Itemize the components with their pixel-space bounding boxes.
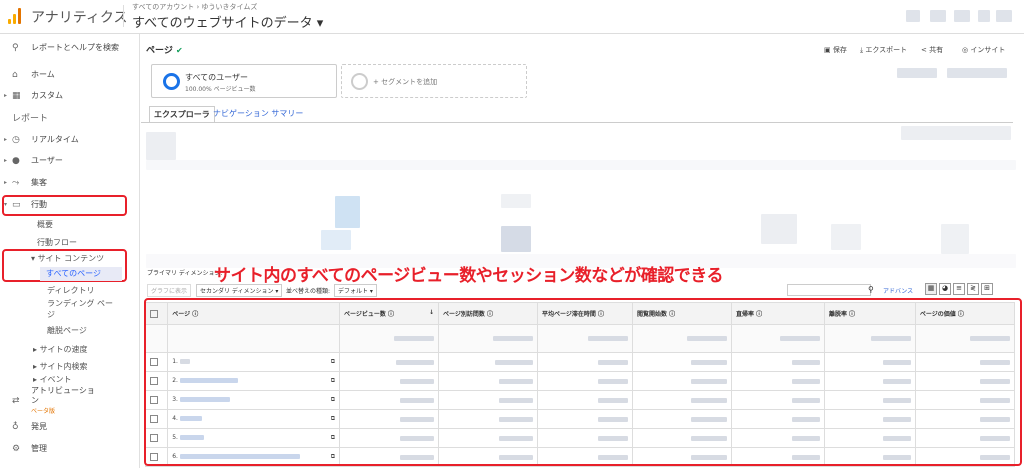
sidebar-item-directory[interactable]: ディレクトリ <box>47 284 94 298</box>
sidebar-item-all-pages[interactable]: すべてのページ <box>40 267 122 281</box>
app-name: アナリティクス <box>31 10 128 26</box>
segment-all-users[interactable]: すべてのユーザー 100.00% ページビュー数 <box>151 64 337 98</box>
divider <box>141 122 1013 123</box>
blurred-date-range <box>947 68 1007 78</box>
blurred-account-info <box>978 10 990 22</box>
sidebar-item-custom[interactable]: ▸ ▦ カスタム <box>0 86 140 106</box>
blurred-account-info <box>930 10 946 22</box>
blurred-date-range <box>897 68 937 78</box>
sidebar-item-user[interactable]: ▸ ● ユーザー <box>0 151 140 171</box>
table-search-input[interactable] <box>787 284 871 296</box>
expand-arrow-icon: ▸ <box>4 179 8 186</box>
reports-heading: レポート <box>12 114 49 124</box>
compare-view-icon[interactable]: ≷ <box>967 283 979 295</box>
person-icon: ● <box>12 156 20 166</box>
expand-arrow-icon: ▸ <box>4 157 8 164</box>
main-content: ページ ✔ ▣ 保存 ⤓ エクスポート < 共有 ◎ インサイト すべてのユーザ… <box>141 34 1024 468</box>
sidebar-item-site-speed[interactable]: ▸ サイトの速度 <box>33 343 88 357</box>
pie-view-icon[interactable]: ◕ <box>939 283 951 295</box>
verified-icon: ✔ <box>175 46 183 55</box>
sidebar-item-landing-pages[interactable]: ランディング ページ <box>47 298 113 320</box>
clock-icon: ◷ <box>12 135 20 145</box>
primary-dimension-label: プライマリ ディメンション: <box>147 270 223 277</box>
share-button[interactable]: < 共有 <box>921 45 943 55</box>
search-icon: ⚲ <box>12 43 19 53</box>
tab-navigation-summary[interactable]: ナビゲーション サマリー <box>213 106 303 122</box>
collapse-arrow-icon: ▾ <box>4 201 8 208</box>
gear-icon: ⚙ <box>12 444 21 454</box>
behavior-icon: ▭ <box>12 200 21 210</box>
table-view-icon[interactable]: ▦ <box>925 283 937 295</box>
divider <box>123 5 124 27</box>
sidebar-item-site-content[interactable]: ▾ サイト コンテンツ <box>31 252 104 266</box>
add-segment-button[interactable]: + セグメントを追加 <box>341 64 527 98</box>
bar-view-icon[interactable]: ≡ <box>953 283 965 295</box>
search-box[interactable]: ⚲ レポートとヘルプを検索 <box>0 38 140 58</box>
sidebar-item-exit-pages[interactable]: 離脱ページ <box>47 324 87 338</box>
attribution-icon: ⇄ <box>12 396 20 406</box>
sidebar-item-home[interactable]: ⌂ ホーム <box>0 65 140 85</box>
insight-button[interactable]: ◎ インサイト <box>962 45 1005 55</box>
grid-icon: ▦ <box>12 91 21 101</box>
sidebar-item-behavior-flow[interactable]: 行動フロー <box>37 236 77 250</box>
advanced-link[interactable]: アドバンス <box>883 286 913 295</box>
sidebar-item-overview[interactable]: 概要 <box>37 218 53 232</box>
add-circle-icon <box>351 73 368 90</box>
annotation-text: サイト内のすべてのページビュー数やセッション数などが確認できる <box>214 266 723 286</box>
pivot-view-icon[interactable]: ⊞ <box>981 283 993 295</box>
blurred-account-info <box>906 10 920 22</box>
sidebar-item-behavior[interactable]: ▾ ▭ 行動 <box>0 195 140 215</box>
acquisition-icon: ⤳ <box>12 178 20 188</box>
save-button[interactable]: ▣ 保存 <box>824 45 847 55</box>
view-selector[interactable]: すべてのウェブサイトのデータ ▾ <box>132 12 323 31</box>
analytics-logo-icon <box>8 8 22 24</box>
lightbulb-icon: ♁ <box>12 422 19 432</box>
search-icon[interactable]: ⚲ <box>868 285 874 294</box>
top-bar: アナリティクス すべてのアカウント › ゆういきタイムズ すべてのウェブサイトの… <box>0 0 1024 34</box>
sidebar-item-discover[interactable]: ♁ 発見 <box>0 417 140 437</box>
expand-arrow-icon: ▸ <box>4 92 8 99</box>
tab-explorer[interactable]: エクスプローラ <box>149 106 215 122</box>
breadcrumb[interactable]: すべてのアカウント › ゆういきタイムズ <box>132 2 257 12</box>
expand-arrow-icon: ▸ <box>4 136 8 143</box>
sidebar-item-attribution[interactable]: ⇄ アトリビューションベータ版 <box>0 386 140 416</box>
view-toggles: ▦ ◕ ≡ ≷ ⊞ <box>925 283 993 295</box>
highlight-table <box>144 298 1022 466</box>
home-icon: ⌂ <box>12 70 18 80</box>
sidebar-item-realtime[interactable]: ▸ ◷ リアルタイム <box>0 130 140 150</box>
sidebar-item-admin[interactable]: ⚙ 管理 <box>0 439 140 459</box>
blurred-account-info <box>954 10 970 22</box>
page-title: ページ ✔ <box>146 46 183 56</box>
segment-circle-icon <box>163 73 180 90</box>
sidebar: ⚲ レポートとヘルプを検索 ⌂ ホーム ▸ ▦ カスタム レポート ▸ ◷ リア… <box>0 34 140 468</box>
sort-type-label: 並べ替えの種類: <box>286 288 331 295</box>
sidebar-item-site-search[interactable]: ▸ サイト内検索 <box>33 360 88 374</box>
export-button[interactable]: ⤓ エクスポート <box>860 45 907 55</box>
sidebar-item-events[interactable]: ▸ イベント <box>33 375 72 384</box>
graph-button[interactable]: グラフに表示 <box>147 284 192 297</box>
sidebar-item-acquisition[interactable]: ▸ ⤳ 集客 <box>0 173 140 193</box>
blurred-account-info <box>996 10 1012 22</box>
